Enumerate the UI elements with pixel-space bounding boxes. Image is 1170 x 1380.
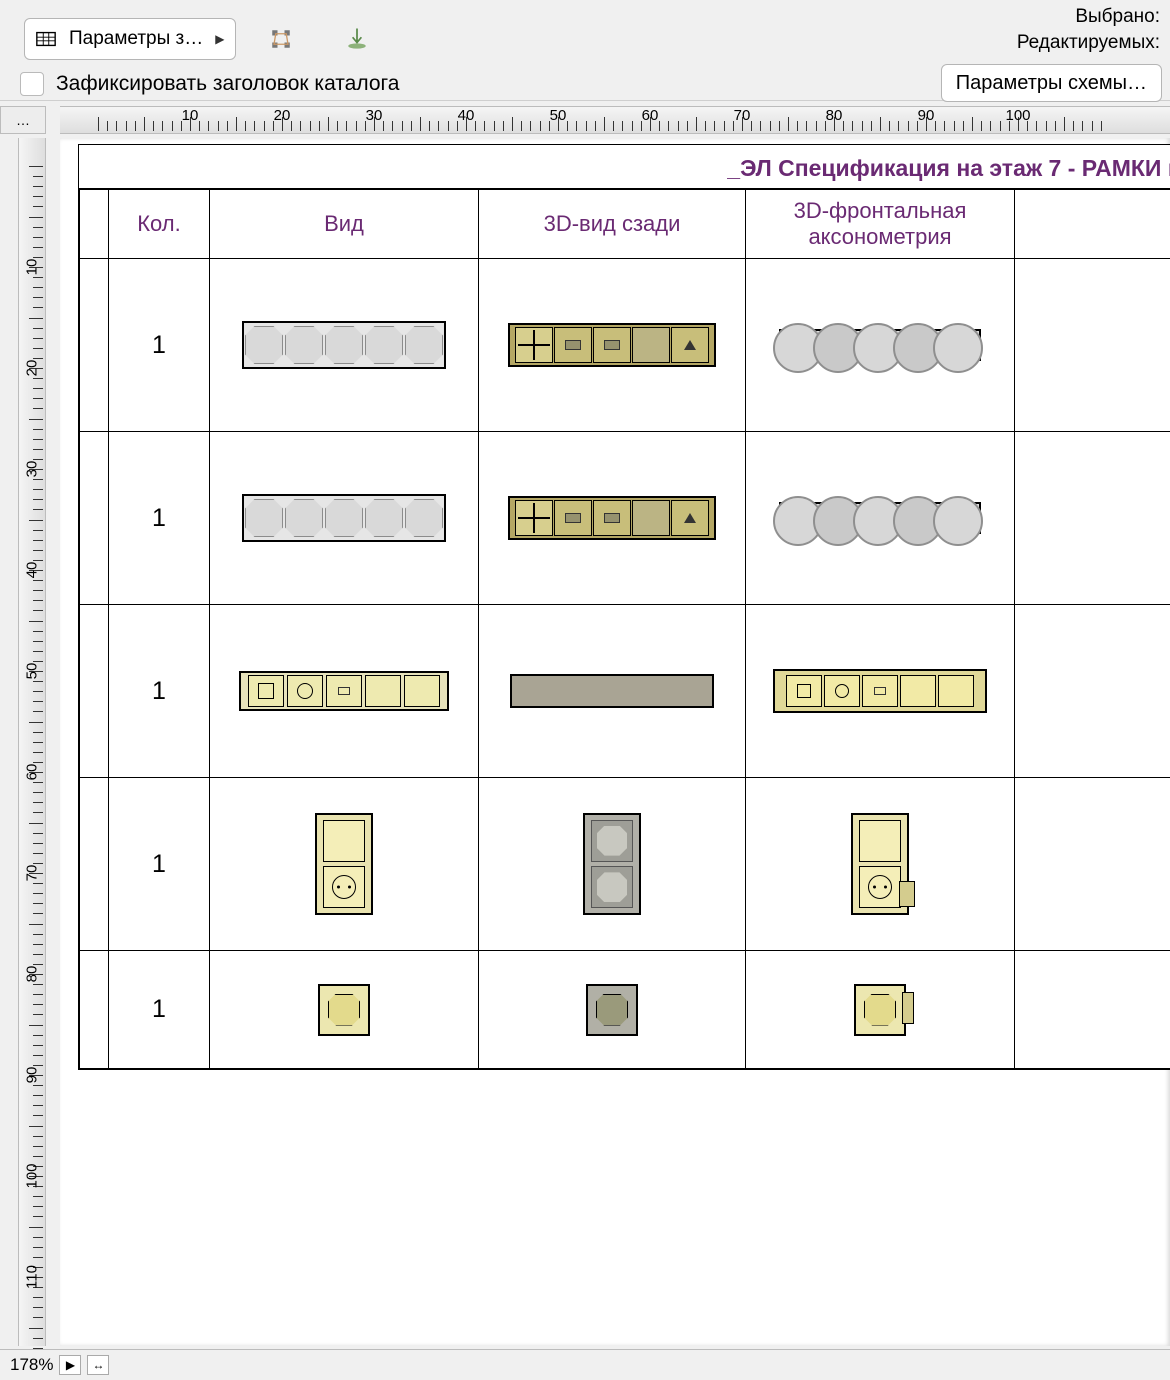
back-cell [479,259,746,432]
status-bar: 178% ▶ ↔ [0,1349,1170,1380]
editable-count-label: Редактируемых: [1007,30,1170,56]
table-icon [35,28,57,50]
table-row[interactable]: 1 [80,259,1170,432]
scroll-left-button[interactable]: ▶ [59,1355,81,1375]
zoom-value[interactable]: 178% [10,1355,53,1375]
table-row[interactable]: 1 [80,951,1170,1069]
chevron-right-icon: ▶ [215,32,224,46]
ruler-corner[interactable]: … [0,106,46,134]
qty-cell: 1 [109,259,210,432]
drawing-canvas[interactable]: _ЭЛ Спецификация на этаж 7 - РАМКИ и ВСТ… [60,138,1170,1346]
single-front [318,984,370,1036]
qty-cell: 1 [109,605,210,778]
selected-count-label: Выбрано: [1007,4,1170,30]
column-view: Вид [210,190,479,259]
column-qty: Кол. [109,190,210,259]
sheet-title: _ЭЛ Спецификация на этаж 7 - РАМКИ и ВСТ… [79,145,1170,189]
table-row[interactable]: 1 [80,432,1170,605]
qty-cell: 1 [109,778,210,951]
frame-back-5gang [508,323,716,367]
panel-axo-5gang [773,669,987,713]
single-back [586,984,638,1036]
vframe-axo [851,813,909,915]
top-toolbar: Параметры з… ▶ Выбрано: Редактируемых: З… [0,0,1170,101]
fit-width-button[interactable]: ↔ [87,1355,109,1375]
table-row[interactable]: 1 [80,778,1170,951]
qty-cell: 1 [109,951,210,1069]
spec-table: Кол. Вид 3D-вид сзади 3D-фронтальная акс… [79,189,1170,1069]
import-button[interactable] [326,16,388,62]
view-cell [210,259,479,432]
ruler-vertical[interactable]: 102030405060708090100110 [18,138,46,1346]
app-window: Параметры з… ▶ Выбрано: Редактируемых: З… [0,0,1170,1380]
ruler-horizontal[interactable]: 102030405060708090100 [60,106,1170,134]
scheme-params-button[interactable]: Параметры схемы… [941,64,1162,102]
work-area: … 102030405060708090100 1020304050607080… [0,106,1170,1346]
panel-back-bar [510,674,714,708]
frame-front-5gang [242,321,446,369]
vframe-back [583,813,641,915]
table-row[interactable]: 1 [80,605,1170,778]
single-axo [854,984,906,1036]
select-shape-button[interactable] [250,16,312,62]
column-back: 3D-вид сзади [479,190,746,259]
params-dropdown[interactable]: Параметры з… ▶ [24,18,236,60]
qty-cell: 1 [109,432,210,605]
params-dropdown-label: Параметры з… [69,28,203,50]
axo-cell [746,259,1015,432]
panel-front-5gang [239,671,449,711]
fix-header-option[interactable]: Зафиксировать заголовок каталога [20,72,399,96]
checkbox-icon[interactable] [20,72,44,96]
column-axo: 3D-фронтальная аксонометрия [746,190,1015,259]
column-lead [80,190,109,259]
spec-sheet: _ЭЛ Спецификация на этаж 7 - РАМКИ и ВСТ… [78,144,1170,1070]
fix-header-label: Зафиксировать заголовок каталога [56,72,399,96]
vframe-front [315,813,373,915]
frame-axo-5gang [773,315,987,375]
